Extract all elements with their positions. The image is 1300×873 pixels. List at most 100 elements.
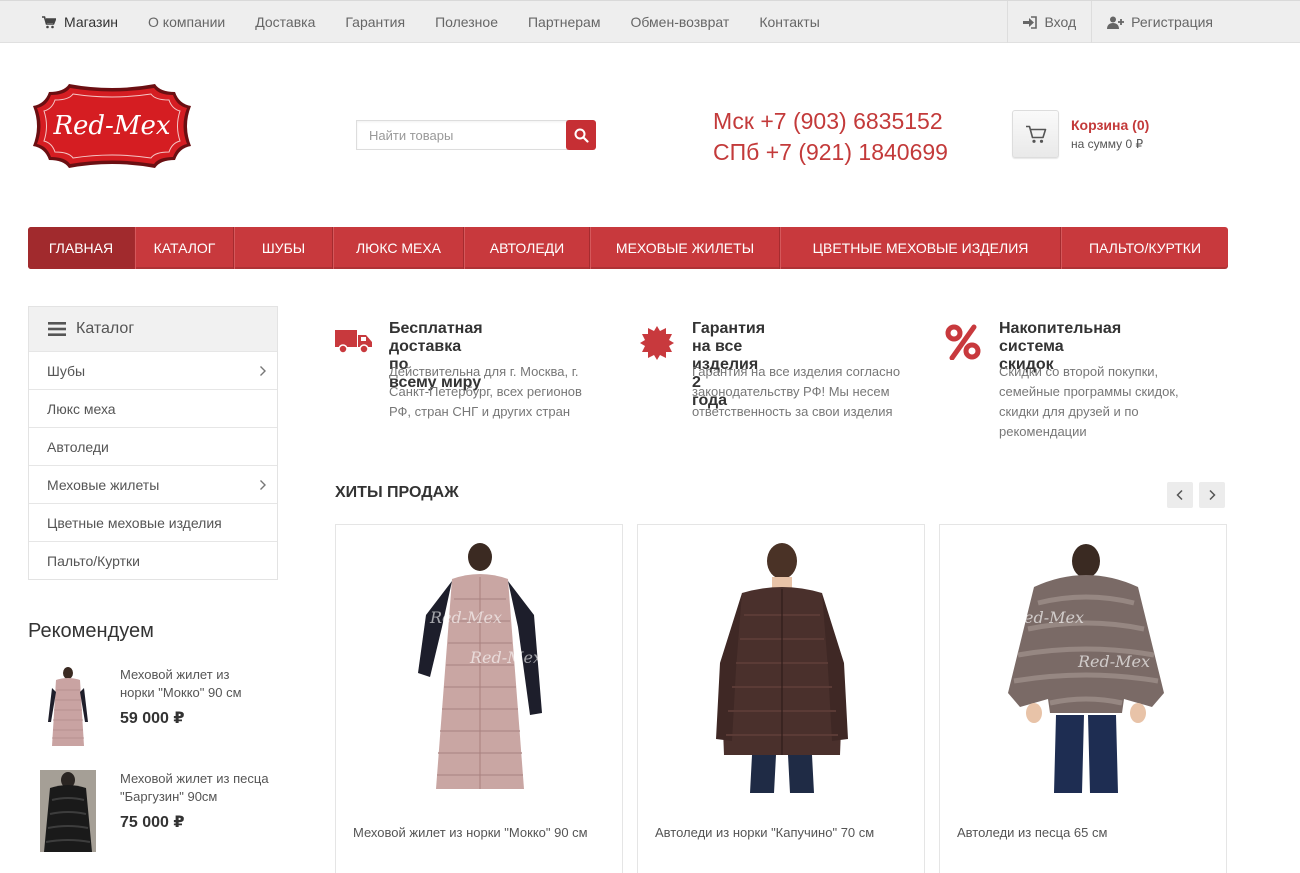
recommend-item-price: 75 000 ₽ bbox=[120, 814, 185, 831]
product-thumbnail[interactable] bbox=[40, 770, 96, 852]
catalog-item-label: Цветные меховые изделия bbox=[47, 514, 222, 531]
main-nav-fur-vests[interactable]: МЕХОВЫЕ ЖИЛЕТЫ bbox=[590, 227, 780, 269]
product-thumbnail[interactable] bbox=[38, 666, 98, 748]
chevron-left-icon bbox=[1176, 489, 1183, 501]
sidebar-catalog: Каталог Шубы Люкс меха Автоледи Меховые … bbox=[28, 306, 278, 580]
main-nav-fur-coats[interactable]: ШУБЫ bbox=[234, 227, 333, 269]
catalog-item-label: Шубы bbox=[47, 362, 86, 379]
cart-title[interactable]: Корзина (0) bbox=[1071, 117, 1149, 133]
shopping-cart-icon bbox=[42, 15, 56, 28]
phone-spb[interactable]: СПб +7 (921) 1840699 bbox=[713, 137, 948, 168]
auth-links: Вход Регистрация bbox=[1007, 1, 1300, 43]
main-nav-coats-jackets[interactable]: ПАЛЬТО/КУРТКИ bbox=[1061, 227, 1228, 269]
truck-icon bbox=[335, 330, 372, 354]
search-input[interactable] bbox=[356, 120, 568, 150]
top-nav-shop-label: Магазин bbox=[64, 14, 119, 30]
search-button[interactable] bbox=[566, 120, 596, 150]
recommend-item-name[interactable]: Меховой жилет из норки "Мокко" 90 см bbox=[120, 666, 290, 702]
feature-description-line: законодательству РФ! Мы несем bbox=[692, 384, 890, 399]
feature-title-line: Накопительная система bbox=[999, 320, 1122, 355]
catalog-item-fur-coats[interactable]: Шубы bbox=[29, 351, 277, 389]
recommend-item-name-line: норки "Мокко" 90 см bbox=[120, 685, 242, 700]
main-nav: ГЛАВНАЯ КАТАЛОГ ШУБЫ ЛЮКС МЕХА АВТОЛЕДИ … bbox=[28, 227, 1228, 269]
top-nav-partners[interactable]: Партнерам bbox=[513, 1, 615, 43]
top-nav-shop[interactable]: Магазин bbox=[28, 1, 133, 43]
recommend-item-price: 59 000 ₽ bbox=[120, 710, 185, 727]
main-nav-colored-fur[interactable]: ЦВЕТНЫЕ МЕХОВЫЕ ИЗДЕЛИЯ bbox=[780, 227, 1061, 269]
feature-description: Скидки со второй покупки, семейные прогр… bbox=[999, 362, 1229, 442]
svg-text:Red-Mex: Red-Mex bbox=[429, 608, 502, 627]
feature-description-line: Скидки со второй покупки, bbox=[999, 364, 1159, 379]
carousel-prev-button[interactable] bbox=[1167, 482, 1193, 508]
feature-description-line: Санкт-Петербург, всех регионов bbox=[389, 384, 582, 399]
top-nav-delivery[interactable]: Доставка bbox=[240, 1, 330, 43]
sign-in-icon bbox=[1023, 15, 1038, 29]
register-label: Регистрация bbox=[1131, 14, 1213, 30]
product-image[interactable]: Red-Mex Red-Mex bbox=[994, 543, 1174, 795]
search-form bbox=[356, 120, 596, 150]
top-nav-contacts[interactable]: Контакты bbox=[744, 1, 834, 43]
chevron-right-icon bbox=[1209, 489, 1216, 501]
chevron-right-icon bbox=[260, 479, 266, 490]
svg-text:Red-Mex: Red-Mex bbox=[1077, 652, 1150, 671]
chevron-right-icon bbox=[260, 365, 266, 376]
user-plus-icon bbox=[1107, 16, 1125, 29]
feature-description: Действительна для г. Москва, г. Санкт-Пе… bbox=[389, 362, 629, 422]
catalog-item-label: Меховые жилеты bbox=[47, 476, 160, 493]
search-icon bbox=[574, 128, 589, 143]
product-name[interactable]: Автоледи из норки "Капучино" 70 см bbox=[655, 825, 874, 840]
feature-description-line: РФ, стран СНГ и других стран bbox=[389, 404, 571, 419]
menu-icon bbox=[48, 322, 66, 336]
catalog-item-colored-fur[interactable]: Цветные меховые изделия bbox=[29, 503, 277, 541]
top-bar: Магазин О компании Доставка Гарантия Пол… bbox=[0, 0, 1300, 43]
product-image[interactable]: Red-Mex Red-Mex bbox=[390, 543, 570, 795]
carousel-next-button[interactable] bbox=[1199, 482, 1225, 508]
feature-description-line: Действительна для г. Москва, г. bbox=[389, 364, 579, 379]
recommend-item-name-line: Меховой жилет из bbox=[120, 667, 230, 682]
cart-sum: на сумму 0 ₽ bbox=[1071, 137, 1144, 151]
main-nav-lux-fur[interactable]: ЛЮКС МЕХА bbox=[333, 227, 464, 269]
phone-numbers: Мск +7 (903) 6835152 СПб +7 (921) 184069… bbox=[713, 106, 948, 168]
register-link[interactable]: Регистрация bbox=[1091, 1, 1300, 43]
catalog-item-lux-fur[interactable]: Люкс меха bbox=[29, 389, 277, 427]
main-nav-catalog[interactable]: КАТАЛОГ bbox=[135, 227, 234, 269]
feature-description: Гарантия на все изделия согласно законод… bbox=[692, 362, 932, 422]
product-image[interactable] bbox=[692, 543, 872, 795]
catalog-header[interactable]: Каталог bbox=[29, 307, 277, 351]
catalog-item-label: Люкс меха bbox=[47, 400, 116, 417]
login-link[interactable]: Вход bbox=[1007, 1, 1091, 43]
badge-icon bbox=[640, 326, 674, 360]
recommend-item-name[interactable]: Меховой жилет из песца "Баргузин" 90см bbox=[120, 770, 290, 806]
cart-button[interactable] bbox=[1012, 110, 1059, 158]
top-nav-warranty[interactable]: Гарантия bbox=[330, 1, 420, 43]
login-label: Вход bbox=[1044, 14, 1077, 30]
product-name[interactable]: Автоледи из песца 65 см bbox=[957, 825, 1107, 840]
phone-msk[interactable]: Мск +7 (903) 6835152 bbox=[713, 106, 948, 137]
catalog-title: Каталог bbox=[76, 320, 135, 337]
main-nav-home[interactable]: ГЛАВНАЯ bbox=[28, 227, 135, 269]
product-card[interactable]: Автоледи из норки "Капучино" 70 см bbox=[637, 524, 925, 873]
top-nav-exchange[interactable]: Обмен-возврат bbox=[615, 1, 744, 43]
catalog-item-fur-vests[interactable]: Меховые жилеты bbox=[29, 465, 277, 503]
feature-description-line: Гарантия на все изделия согласно bbox=[692, 364, 901, 379]
top-nav-about[interactable]: О компании bbox=[133, 1, 240, 43]
feature-description-line: скидки для друзей и по bbox=[999, 404, 1139, 419]
catalog-item-coats-jackets[interactable]: Пальто/Куртки bbox=[29, 541, 277, 579]
recommend-item-name-line: Меховой жилет из песца bbox=[120, 771, 269, 786]
product-name[interactable]: Меховой жилет из норки "Мокко" 90 см bbox=[353, 825, 588, 840]
cart-info: Корзина (0) на сумму 0 ₽ bbox=[1071, 117, 1149, 158]
site-logo[interactable]: Red-Mex bbox=[29, 82, 195, 170]
top-nav-useful[interactable]: Полезное bbox=[420, 1, 513, 43]
svg-text:Red-Mex: Red-Mex bbox=[469, 648, 542, 667]
catalog-item-label: Автоледи bbox=[47, 438, 109, 455]
svg-text:Red-Mex: Red-Mex bbox=[1011, 608, 1084, 627]
feature-description-line: рекомендации bbox=[999, 424, 1087, 439]
percent-icon bbox=[945, 324, 981, 360]
product-card[interactable]: Red-Mex Red-Mex Автоледи из песца 65 см bbox=[939, 524, 1227, 873]
product-card[interactable]: Red-Mex Red-Mex Меховой жилет из норки "… bbox=[335, 524, 623, 873]
cart-widget[interactable]: Корзина (0) на сумму 0 ₽ bbox=[1012, 110, 1149, 158]
shopping-cart-icon bbox=[1025, 125, 1046, 143]
main-nav-autolady[interactable]: АВТОЛЕДИ bbox=[464, 227, 590, 269]
top-nav: Магазин О компании Доставка Гарантия Пол… bbox=[28, 1, 835, 43]
catalog-item-autolady[interactable]: Автоледи bbox=[29, 427, 277, 465]
